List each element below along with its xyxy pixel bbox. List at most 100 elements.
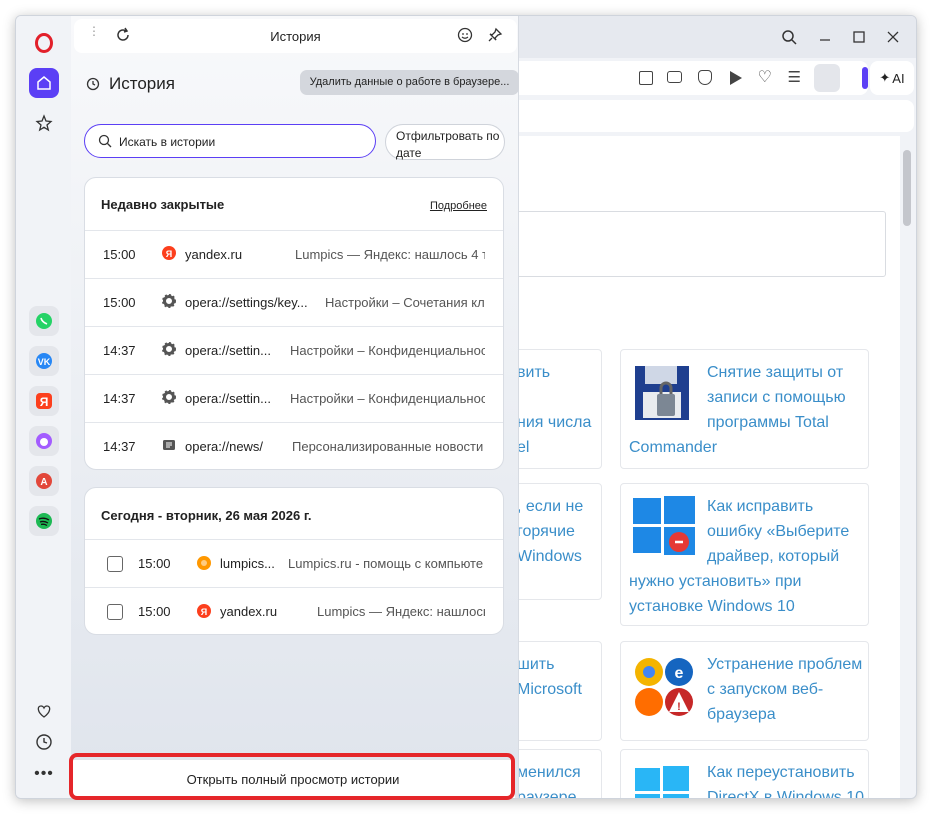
- card-line: ния числа: [517, 414, 592, 431]
- row-site: yandex.ru: [185, 247, 243, 262]
- svg-text:!: !: [677, 701, 681, 713]
- card-line: горячие: [517, 523, 575, 540]
- history-title-icon: [86, 77, 100, 96]
- card-line: el: [517, 439, 530, 456]
- card-line: записи с помощью: [707, 389, 846, 406]
- home-icon[interactable]: [29, 68, 59, 98]
- close-window-icon[interactable]: [878, 22, 908, 52]
- opera-logo-icon[interactable]: [29, 28, 59, 58]
- minimize-icon[interactable]: [810, 22, 840, 52]
- article-card[interactable]: Как переустановить DirectX в Windows 10: [620, 749, 869, 798]
- pin-icon[interactable]: [487, 27, 503, 46]
- row-time: 14:37: [103, 343, 136, 358]
- profile-icon[interactable]: [814, 64, 840, 92]
- history-row[interactable]: 15:00 lumpics... Lumpics.ru - помощь с к…: [85, 539, 503, 587]
- article-card[interactable]: e! Устранение проблем с запуском веб- бр…: [620, 641, 869, 741]
- card-line: Commander: [629, 439, 718, 456]
- scrollbar-thumb[interactable]: [903, 150, 911, 226]
- browsers-icon: e!: [631, 652, 697, 722]
- address-bar[interactable]: ♡ ☰: [516, 61, 868, 95]
- row-site: opera://settings/key...: [185, 295, 308, 310]
- svg-text:Я: Я: [201, 607, 207, 617]
- yandex-icon[interactable]: Я: [29, 386, 59, 416]
- history-row[interactable]: 14:37 opera://settin... Настройки – Конф…: [85, 374, 503, 422]
- floppy-disk-icon: [633, 364, 691, 422]
- row-desc: Настройки – Конфиденциальнос: [290, 391, 485, 406]
- ai-label: AI: [892, 70, 905, 86]
- article-card[interactable]: менился раузере: [506, 749, 602, 799]
- article-card[interactable]: шить Microsoft: [506, 641, 602, 741]
- sidebar: VK Я A •••: [16, 16, 71, 798]
- whatsapp-icon[interactable]: [29, 306, 59, 336]
- row-desc: Персонализированные новости: [292, 439, 484, 454]
- search-icon[interactable]: [774, 22, 804, 52]
- card-line: менился: [517, 764, 581, 781]
- filter-date-button[interactable]: Отфильтровать по дате: [385, 124, 505, 160]
- yandex-icon: Я: [162, 246, 176, 263]
- row-checkbox[interactable]: [107, 556, 123, 572]
- gear-icon: [162, 342, 176, 359]
- alice-icon[interactable]: [29, 426, 59, 456]
- row-time: 15:00: [138, 556, 171, 571]
- card-line: Как исправить: [707, 498, 814, 515]
- article-card[interactable]: Как исправить ошибку «Выберите драйвер, …: [620, 483, 869, 626]
- search-box[interactable]: [516, 211, 886, 277]
- history-row[interactable]: 15:00 Я yandex.ru Lumpics — Яндекс: нашл…: [85, 587, 503, 634]
- row-checkbox[interactable]: [107, 604, 123, 620]
- lumpics-icon: [197, 556, 211, 573]
- article-card[interactable]: , если не горячие Windows: [506, 483, 602, 600]
- clear-data-button[interactable]: Удалить данные о работе в браузере...: [300, 70, 519, 95]
- card-line: вить: [517, 364, 551, 381]
- search-input[interactable]: Искать в истории: [84, 124, 376, 158]
- spotify-icon[interactable]: [29, 506, 59, 536]
- heart-icon[interactable]: [29, 696, 59, 726]
- today-title: Сегодня - вторник, 26 мая 2026 г.: [101, 508, 312, 523]
- article-card[interactable]: вить ния числа el: [506, 349, 602, 469]
- snapshot-icon[interactable]: [639, 71, 653, 85]
- history-row[interactable]: 14:37 opera://settin... Настройки – Конф…: [85, 326, 503, 374]
- vk-icon[interactable]: VK: [29, 346, 59, 376]
- row-desc: Lumpics — Яндекс: нашлось: [317, 604, 485, 619]
- shield-icon[interactable]: [698, 70, 712, 85]
- recently-closed-card: Недавно закрытые Подробнее 15:00 Я yande…: [84, 177, 504, 470]
- card-line: установке Windows 10: [629, 598, 795, 615]
- card-line: Windows: [517, 548, 582, 565]
- card-line: нужно установить» при: [629, 573, 802, 590]
- emoji-icon[interactable]: [457, 27, 473, 46]
- flow-send-icon[interactable]: [730, 71, 742, 85]
- panel-header-title: История: [270, 29, 321, 44]
- gear-icon: [162, 294, 176, 311]
- svg-text:VK: VK: [38, 357, 51, 367]
- card-line: раузере: [517, 789, 577, 799]
- maximize-icon[interactable]: [844, 22, 874, 52]
- star-icon[interactable]: [29, 108, 59, 138]
- camera-icon[interactable]: [667, 71, 682, 83]
- history-row[interactable]: 15:00 opera://settings/key... Настройки …: [85, 278, 503, 326]
- more-dots-icon[interactable]: •••: [29, 759, 59, 789]
- easy-setup-icon[interactable]: ☰: [788, 68, 801, 86]
- history-panel: ⋮ История История Удалить данные о работ…: [71, 16, 519, 798]
- title-bar: [516, 16, 916, 58]
- card-line: Снятие защиты от: [707, 364, 844, 381]
- news-icon: [162, 439, 176, 454]
- card-line: с запуском веб-: [707, 681, 824, 698]
- scrollbar[interactable]: [900, 136, 914, 798]
- search-icon: [98, 134, 112, 153]
- history-row[interactable]: 14:37 opera://news/ Персонализированные …: [85, 422, 503, 469]
- ai-sparkle-icon: ✦: [879, 70, 891, 85]
- more-link[interactable]: Подробнее: [430, 200, 487, 212]
- row-site: lumpics...: [220, 556, 275, 571]
- svg-text:Я: Я: [166, 249, 172, 259]
- ai-button[interactable]: ✦ AI: [870, 61, 914, 95]
- article-card[interactable]: Снятие защиты от записи с помощью програ…: [620, 349, 869, 469]
- row-desc: Настройки – Конфиденциальнос: [290, 343, 485, 358]
- row-site: opera://settin...: [185, 343, 271, 358]
- history-title: История: [109, 74, 175, 93]
- page-content: вить ния числа el Снятие защиты от запис…: [506, 136, 900, 798]
- row-time: 15:00: [103, 247, 136, 262]
- history-row[interactable]: 15:00 Я yandex.ru Lumpics — Яндекс: нашл…: [85, 230, 503, 278]
- row-site: opera://news/: [185, 439, 264, 454]
- history-clock-icon[interactable]: [29, 727, 59, 757]
- heart-bookmark-icon[interactable]: ♡: [758, 67, 772, 87]
- translate-icon[interactable]: A: [29, 466, 59, 496]
